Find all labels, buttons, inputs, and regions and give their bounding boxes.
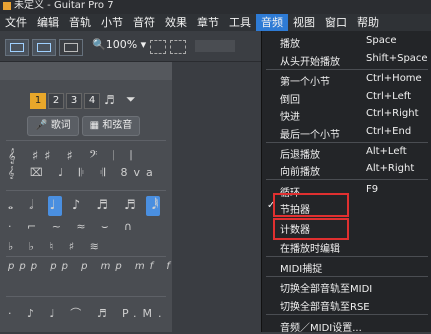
menu-help[interactable]: 帮助 xyxy=(352,14,384,31)
time-signature-symbols-icon[interactable]: 𝄞 ⌧ ♩ 𝄆 𝄇 8va xyxy=(8,166,159,180)
menu-audio[interactable]: 音频 xyxy=(256,14,288,31)
menu-tools[interactable]: 工具 xyxy=(224,14,256,31)
chevron-down-icon: ▾ xyxy=(137,38,147,51)
menu-separator xyxy=(266,142,428,143)
menu-item-play[interactable]: 播放 Space xyxy=(262,33,431,50)
menu-item-switch-all-rse[interactable]: 切换全部音轨至RSE xyxy=(262,296,431,313)
menu-note[interactable]: 音符 xyxy=(128,14,160,31)
audio-menu-dropdown: 播放 Space 从头开始播放 Shift+Space 第一个小节 Ctrl+H… xyxy=(261,31,431,334)
view-page-button[interactable] xyxy=(5,39,29,56)
palette-divider xyxy=(6,256,166,257)
menu-file[interactable]: 文件 xyxy=(0,14,32,31)
title-bar: 未定义 - Guitar Pro 7 xyxy=(0,0,431,14)
articulation-icons[interactable]: · ♪ ♩ ⌒ ♬ P.M. xyxy=(8,305,167,321)
menu-item-last-bar[interactable]: 最后一个小节 Ctrl+End xyxy=(262,124,431,141)
menu-separator xyxy=(266,179,428,180)
microphone-icon: 🎤 xyxy=(35,120,48,131)
menu-item-play-backward[interactable]: 后退播放 Alt+Left xyxy=(262,144,431,161)
view-multitrack-button[interactable] xyxy=(59,39,83,56)
menu-item-play-from-start[interactable]: 从头开始播放 Shift+Space xyxy=(262,51,431,68)
app-logo-icon xyxy=(3,2,11,10)
chord-button[interactable]: ▦ 和弦音 xyxy=(82,116,140,136)
menu-separator xyxy=(266,69,428,70)
palette-divider xyxy=(6,296,166,297)
rest-icons[interactable]: · ⌐ ~ ≈ ⌣ ∩ xyxy=(8,220,138,234)
grid-view-icon[interactable] xyxy=(150,40,166,54)
zoom-control[interactable]: 🔍100% ▾ xyxy=(92,38,146,51)
beam-icon[interactable]: ♬ xyxy=(104,93,115,107)
accidental-icons[interactable]: ♭ ♭ ♮ ♯ ≋ xyxy=(8,240,105,253)
menu-separator xyxy=(266,276,428,277)
palette-divider xyxy=(6,140,166,141)
menu-separator xyxy=(266,256,428,257)
voice-1-button[interactable]: 1 xyxy=(30,93,46,109)
palette-header xyxy=(0,62,172,80)
voice-4-button[interactable]: 4 xyxy=(84,93,100,109)
menu-item-fast-forward[interactable]: 快进 Ctrl+Right xyxy=(262,106,431,123)
menu-item-first-bar[interactable]: 第一个小节 Ctrl+Home xyxy=(262,71,431,88)
menu-track[interactable]: 音轨 xyxy=(64,14,96,31)
zoom-level: 100% xyxy=(105,38,138,51)
menu-edit[interactable]: 编辑 xyxy=(32,14,64,31)
down-arrow-icon[interactable]: ⏷ xyxy=(126,92,136,107)
menu-bar: 文件 编辑 音轨 小节 音符 效果 章节 工具 音频 视图 窗口 帮助 xyxy=(0,14,431,31)
voice-3-button[interactable]: 3 xyxy=(66,93,82,109)
highlight-box-metronome xyxy=(273,193,349,217)
menu-item-edit-while-playing[interactable]: 在播放时编辑 xyxy=(262,238,431,255)
note-duration-icons[interactable]: 𝅝 𝅗𝅥 ♩ ♪ ♬ ♬ 𝅘𝅥𝅱 xyxy=(8,198,165,213)
menu-bar-measure[interactable]: 小节 xyxy=(96,14,128,31)
window-title: 未定义 - Guitar Pro 7 xyxy=(14,0,114,11)
chord-icon: ▦ xyxy=(89,120,100,131)
menu-effects[interactable]: 效果 xyxy=(160,14,192,31)
menu-item-play-forward[interactable]: 向前播放 Alt+Right xyxy=(262,161,431,178)
menu-item-audio-midi-settings[interactable]: 音频／MIDI设置... xyxy=(262,317,431,334)
zoom-icon: 🔍 xyxy=(92,38,106,51)
menu-section[interactable]: 章节 xyxy=(192,14,224,31)
lyrics-button[interactable]: 🎤 歌词 xyxy=(27,116,79,136)
menu-item-switch-all-midi[interactable]: 切换全部音轨至MIDI xyxy=(262,278,431,295)
clef-key-symbols-icon[interactable]: 𝄞 ♯♯ ♯ 𝄢 𝄀 𝄁 xyxy=(8,149,138,164)
view-screen-button[interactable] xyxy=(32,39,56,56)
menu-item-rewind[interactable]: 倒回 Ctrl+Left xyxy=(262,89,431,106)
menu-view[interactable]: 视图 xyxy=(288,14,320,31)
voice-2-button[interactable]: 2 xyxy=(48,93,64,109)
toolbar-field[interactable] xyxy=(195,40,235,52)
menu-separator xyxy=(266,314,428,315)
highlight-box-count-in xyxy=(273,218,349,240)
palette-divider xyxy=(6,190,166,191)
menu-window[interactable]: 窗口 xyxy=(320,14,352,31)
menu-item-midi-capture[interactable]: MIDI捕捉 xyxy=(262,258,431,275)
layout-view-icon[interactable] xyxy=(170,40,186,54)
